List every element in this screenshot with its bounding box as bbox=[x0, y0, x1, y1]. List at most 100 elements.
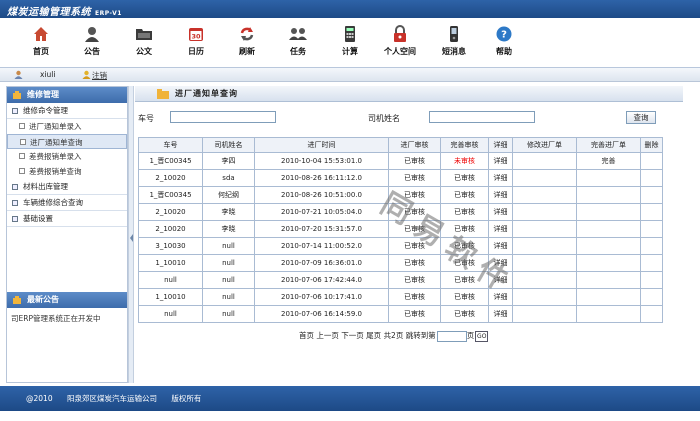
cell-delete bbox=[640, 220, 663, 238]
cell-plate: null bbox=[138, 305, 203, 323]
col-delete: 删除 bbox=[640, 137, 663, 153]
page-jump-input[interactable] bbox=[436, 330, 467, 342]
cell-complete-review: 已审核 bbox=[440, 288, 489, 306]
pager-prev[interactable]: 上一页 bbox=[316, 331, 339, 340]
col-detail: 详细 bbox=[488, 137, 513, 153]
sidebar-item-expense-input[interactable]: 差费报销单录入 bbox=[7, 149, 127, 164]
cell-driver: null bbox=[202, 305, 255, 323]
sidebar: 维修管理 维修命令管理 进厂通知单录入 进厂通知单查询 差费报销单录入 差费报销… bbox=[6, 86, 128, 383]
pager-jump-label: 跳转到第 bbox=[405, 331, 436, 340]
toolbar-calculator-button[interactable]: 计算 bbox=[334, 18, 366, 68]
table-row: 3_10030 null 2010-07-14 11:00:52.0 已审核 已审核 详细 bbox=[138, 237, 663, 255]
sidebar-splitter[interactable] bbox=[128, 86, 134, 383]
toolbar-home-button[interactable]: 首页 bbox=[25, 18, 57, 68]
table-row: null null 2010-07-06 17:42:44.0 已审核 已审核 详细 bbox=[138, 271, 663, 289]
cell-plate: 1_晋C00345 bbox=[138, 186, 203, 204]
phone-icon bbox=[450, 26, 458, 42]
logout-icon[interactable] bbox=[82, 70, 91, 79]
cell-modify bbox=[512, 288, 577, 306]
plate-label: 车号 bbox=[138, 114, 154, 123]
col-entry-time: 进厂时间 bbox=[254, 137, 389, 153]
cell-detail[interactable]: 详细 bbox=[488, 203, 513, 221]
cell-modify bbox=[512, 152, 577, 170]
footer-rights: 版权所有 bbox=[171, 394, 202, 403]
main-content: 进厂通知单查询 车号 司机姓名 查询 车号 司机姓名 进厂时间 进厂审核 完善审… bbox=[135, 86, 683, 383]
cell-detail[interactable]: 详细 bbox=[488, 186, 513, 204]
lock-icon bbox=[394, 25, 406, 42]
menu-group-repair-orders[interactable]: 维修命令管理 bbox=[7, 103, 127, 119]
search-button[interactable]: 查询 bbox=[626, 111, 656, 124]
cell-entry-time: 2010-07-09 16:36:01.0 bbox=[254, 254, 389, 272]
expand-box-icon bbox=[12, 200, 18, 206]
pager-next[interactable]: 下一页 bbox=[341, 331, 364, 340]
toolbar-help-button[interactable]: ? 帮助 bbox=[488, 18, 520, 68]
cell-entry-time: 2010-07-06 17:42:44.0 bbox=[254, 271, 389, 289]
username: xiuli bbox=[40, 70, 56, 79]
cell-entry-time: 2010-07-14 11:00:52.0 bbox=[254, 237, 389, 255]
folder-icon bbox=[136, 29, 152, 40]
expand-box-icon bbox=[12, 184, 18, 190]
toolbar-personal-space-button[interactable]: 个人空间 bbox=[372, 18, 428, 68]
cell-complete[interactable]: 完善 bbox=[576, 152, 641, 170]
plate-input[interactable] bbox=[170, 111, 276, 123]
pager: 首页 上一页 下一页 尾页 共2页 跳转到第 页 GO bbox=[299, 330, 489, 342]
go-button[interactable]: GO bbox=[475, 330, 489, 342]
main-toolbar: 首页 公告 公文 30 日历 刷新 任务 计算 个人空间 短消息 ? 帮助 bbox=[0, 18, 700, 68]
app-title: 煤炭运输管理系统 ERP-V1 bbox=[7, 7, 122, 18]
cell-delete bbox=[640, 237, 663, 255]
app-header: 煤炭运输管理系统 ERP-V1 bbox=[0, 0, 700, 18]
sidebar-item-entry-notice-query[interactable]: 进厂通知单查询 bbox=[7, 134, 127, 149]
driver-input[interactable] bbox=[429, 111, 535, 123]
cell-complete-review: 已审核 bbox=[440, 186, 489, 204]
cell-entry-review: 已审核 bbox=[388, 254, 441, 272]
notice-text: 司ERP管理系统正在开发中 bbox=[11, 314, 101, 323]
toolbar-announcement-button[interactable]: 公告 bbox=[76, 18, 108, 68]
cell-detail[interactable]: 详细 bbox=[488, 152, 513, 170]
menu-group-material-outbound[interactable]: 材料出库管理 bbox=[7, 179, 127, 195]
cell-plate: 2_10020 bbox=[138, 169, 203, 187]
pager-first[interactable]: 首页 bbox=[299, 331, 314, 340]
cell-plate: 1_10010 bbox=[138, 254, 203, 272]
cell-modify bbox=[512, 237, 577, 255]
cell-detail[interactable]: 详细 bbox=[488, 220, 513, 238]
menu-group-basic-settings[interactable]: 基础设置 bbox=[7, 211, 127, 227]
item-box-icon bbox=[19, 153, 25, 159]
logout-link[interactable]: 注销 bbox=[92, 70, 107, 81]
cell-driver: null bbox=[202, 288, 255, 306]
cell-plate: 1_晋C00345 bbox=[138, 152, 203, 170]
cell-plate: 3_10030 bbox=[138, 237, 203, 255]
cell-delete bbox=[640, 152, 663, 170]
cell-plate: 2_10020 bbox=[138, 203, 203, 221]
col-plate: 车号 bbox=[138, 137, 203, 153]
toolbar-task-button[interactable]: 任务 bbox=[282, 18, 314, 68]
cell-detail[interactable]: 详细 bbox=[488, 169, 513, 187]
col-modify: 修改进厂单 bbox=[512, 137, 577, 153]
tools-icon bbox=[13, 91, 21, 99]
cell-entry-review: 已审核 bbox=[388, 271, 441, 289]
cell-detail[interactable]: 详细 bbox=[488, 305, 513, 323]
cell-plate: 1_10010 bbox=[138, 288, 203, 306]
collapse-arrow-icon[interactable] bbox=[130, 234, 133, 242]
toolbar-calendar-button[interactable]: 30 日历 bbox=[180, 18, 212, 68]
item-box-icon bbox=[20, 139, 26, 145]
toolbar-refresh-button[interactable]: 刷新 bbox=[231, 18, 263, 68]
table-row: 1_晋C00345 李四 2010-10-04 15:53:01.0 已审核 未审核 详细… bbox=[138, 152, 663, 170]
sidebar-item-entry-notice-input[interactable]: 进厂通知单录入 bbox=[7, 119, 127, 134]
table-body: 1_晋C00345 李四 2010-10-04 15:53:01.0 已审核 未审核 详细… bbox=[138, 152, 663, 323]
cell-complete bbox=[576, 237, 641, 255]
item-box-icon bbox=[19, 168, 25, 174]
cell-complete bbox=[576, 186, 641, 204]
cell-complete bbox=[576, 271, 641, 289]
col-entry-review: 进厂审核 bbox=[388, 137, 441, 153]
cell-entry-time: 2010-07-21 10:05:04.0 bbox=[254, 203, 389, 221]
cell-entry-time: 2010-07-06 16:14:59.0 bbox=[254, 305, 389, 323]
toolbar-message-button[interactable]: 短消息 bbox=[434, 18, 474, 68]
menu-group-vehicle-repair-query[interactable]: 车辆维修综合查询 bbox=[7, 195, 127, 211]
cell-modify bbox=[512, 203, 577, 221]
pager-last[interactable]: 尾页 bbox=[366, 331, 381, 340]
cell-modify bbox=[512, 271, 577, 289]
sidebar-item-expense-query[interactable]: 差费报销单查询 bbox=[7, 164, 127, 179]
home-icon bbox=[34, 27, 48, 41]
toolbar-documents-button[interactable]: 公文 bbox=[128, 18, 160, 68]
cell-delete bbox=[640, 169, 663, 187]
